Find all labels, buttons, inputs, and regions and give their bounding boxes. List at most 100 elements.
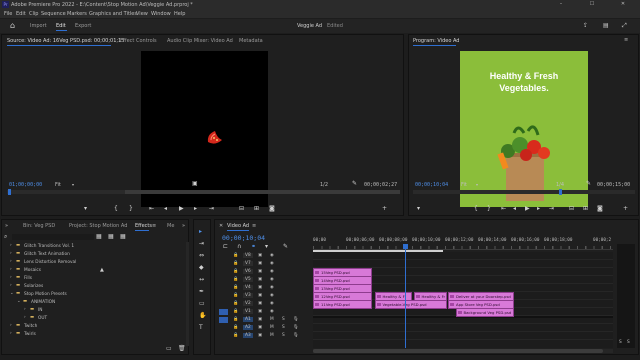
eye-icon[interactable]: ◉: [270, 285, 274, 290]
sync-lock-icon[interactable]: ▣: [258, 261, 262, 266]
track-target-toggle[interactable]: [219, 317, 228, 323]
track-name[interactable]: V3: [243, 293, 253, 298]
source-fit-chevron-icon[interactable]: ▾: [72, 182, 74, 187]
more-tabs-icon[interactable]: »: [182, 223, 185, 229]
extract-icon[interactable]: ⊞: [583, 205, 588, 213]
share-icon[interactable]: ⇪: [583, 22, 588, 30]
timeline-clip[interactable]: Background Veg PSD.psd: [455, 307, 514, 317]
lock-track-icon[interactable]: 🔒: [233, 261, 238, 266]
step-forward-icon[interactable]: ▸: [194, 205, 197, 213]
program-mark-icon[interactable]: ▾: [417, 205, 420, 213]
sync-lock-icon[interactable]: ▣: [258, 309, 262, 314]
add-marker-icon[interactable]: ▾: [265, 243, 268, 251]
track-name[interactable]: A3: [243, 333, 253, 338]
insert-icon[interactable]: ⊟: [239, 205, 244, 213]
program-go-to-in-icon[interactable]: ⇤: [501, 205, 506, 213]
tab-effect-controls[interactable]: Effect Controls: [120, 38, 157, 44]
mark-in-bracket-icon[interactable]: {: [114, 205, 118, 213]
source-scrubber[interactable]: [7, 189, 400, 195]
close-window-button[interactable]: ✕: [617, 1, 629, 7]
sync-lock-icon[interactable]: ▣: [258, 325, 262, 330]
effects-search-input[interactable]: [12, 234, 94, 240]
program-wrench-icon[interactable]: ✎: [586, 180, 591, 188]
hand-tool-icon[interactable]: ✋: [199, 312, 206, 320]
menu-help[interactable]: Help: [174, 11, 185, 17]
effects-menu-icon[interactable]: ≡: [152, 223, 156, 229]
lock-track-icon[interactable]: 🔒: [233, 333, 238, 338]
ripple-edit-tool-icon[interactable]: ⇔: [199, 252, 204, 260]
program-play-icon[interactable]: ▶: [525, 205, 530, 213]
search-icon[interactable]: ⌕: [4, 233, 7, 241]
track-lane[interactable]: [313, 332, 613, 340]
tree-item[interactable]: ⌄ ▬ ANIMATION: [2, 298, 185, 306]
program-playhead[interactable]: [559, 189, 562, 195]
sync-lock-icon[interactable]: ▣: [258, 277, 262, 282]
tree-item[interactable]: › ▬ Mosaics: [2, 266, 185, 274]
lift-icon[interactable]: ⊟: [569, 205, 574, 213]
menu-graphics-and-titles[interactable]: Graphics and Titles: [89, 11, 137, 17]
track-lane[interactable]: [313, 324, 613, 332]
tab-bin[interactable]: Bin: Veg PSD: [23, 223, 55, 229]
program-menu-icon[interactable]: ≡: [624, 37, 628, 43]
tree-item[interactable]: › ▬ Fills: [2, 274, 185, 282]
eye-icon[interactable]: ◉: [270, 309, 274, 314]
minimize-button[interactable]: –: [555, 1, 567, 7]
sync-lock-icon[interactable]: ▣: [258, 269, 262, 274]
timeline-horizontal-scrollbar[interactable]: [313, 349, 613, 353]
mark-out-bracket-icon[interactable]: }: [129, 205, 133, 213]
mark-in-icon[interactable]: ▾: [84, 205, 87, 213]
notifications-icon[interactable]: ▤: [603, 22, 609, 30]
tree-item[interactable]: › ▬ Glitch Text Animation: [2, 250, 185, 258]
track-select-tool-icon[interactable]: ⇥: [199, 240, 204, 248]
program-scrubber[interactable]: [413, 189, 635, 195]
panel-expand-icon[interactable]: »: [5, 223, 8, 229]
rectangle-tool-icon[interactable]: ▭: [199, 300, 205, 308]
linked-selection-icon[interactable]: ⚭: [251, 243, 256, 251]
delete-icon[interactable]: 🗑: [178, 345, 186, 353]
eye-icon[interactable]: ◉: [270, 301, 274, 306]
eye-icon[interactable]: ◉: [270, 269, 274, 274]
timeline-clip[interactable]: Vegetable-Veg PSD.psd: [374, 299, 447, 309]
track-name[interactable]: V4: [243, 285, 253, 290]
pen-tool-icon[interactable]: ✒: [199, 288, 204, 296]
sync-lock-icon[interactable]: ▣: [258, 317, 262, 322]
track-name[interactable]: V8: [243, 253, 253, 258]
source-playhead[interactable]: [8, 189, 11, 195]
track-target-toggle[interactable]: [219, 301, 228, 307]
tree-item[interactable]: › ▬ IN: [2, 306, 185, 314]
timeline-wrench-icon[interactable]: ✎: [283, 243, 288, 251]
tab-project[interactable]: Project: Stop Motion Ad: [69, 223, 127, 229]
source-timecode[interactable]: 01;00;00;00: [9, 182, 42, 188]
lock-track-icon[interactable]: 🔒: [233, 253, 238, 258]
solo-button[interactable]: S: [282, 325, 285, 330]
menu-file[interactable]: File: [4, 11, 12, 17]
program-camera-icon[interactable]: ◙: [597, 205, 603, 213]
sync-lock-icon[interactable]: ▣: [258, 293, 262, 298]
tree-item[interactable]: › ▬ Twirls: [2, 330, 185, 338]
track-target-toggle[interactable]: [219, 277, 228, 283]
eye-icon[interactable]: ◉: [270, 261, 274, 266]
camera-icon[interactable]: ◙: [269, 205, 275, 213]
solo-button[interactable]: S: [282, 317, 285, 322]
accelerated-effects-icon[interactable]: ▦: [96, 233, 102, 241]
sync-lock-icon[interactable]: ▣: [258, 285, 262, 290]
track-name[interactable]: V7: [243, 261, 253, 266]
snap-icon[interactable]: ∩: [237, 243, 241, 251]
tree-item[interactable]: › ▬ Lens Distortion Removal: [2, 258, 185, 266]
menu-markers[interactable]: Markers: [67, 11, 87, 17]
program-mark-in-icon[interactable]: {: [474, 205, 478, 213]
lock-track-icon[interactable]: 🔒: [233, 301, 238, 306]
solo-button[interactable]: S: [282, 333, 285, 338]
new-bin-icon[interactable]: ▭: [166, 345, 172, 353]
tree-item[interactable]: › ▬ Twitch: [2, 322, 185, 330]
track-name[interactable]: V6: [243, 269, 253, 274]
tab-media-browser[interactable]: Me: [167, 223, 174, 229]
tab-metadata[interactable]: Metadata: [239, 38, 263, 44]
tree-item[interactable]: › ▬ OUT: [2, 314, 185, 322]
source-settings-icon[interactable]: ▣: [192, 180, 198, 188]
playhead-handle[interactable]: [402, 244, 408, 249]
meter-solo-label[interactable]: S: [619, 340, 622, 345]
program-fit-dropdown[interactable]: Fit: [461, 182, 467, 188]
source-resolution-dropdown[interactable]: 1/2: [320, 182, 328, 188]
scrollbar-thumb[interactable]: [313, 349, 603, 353]
